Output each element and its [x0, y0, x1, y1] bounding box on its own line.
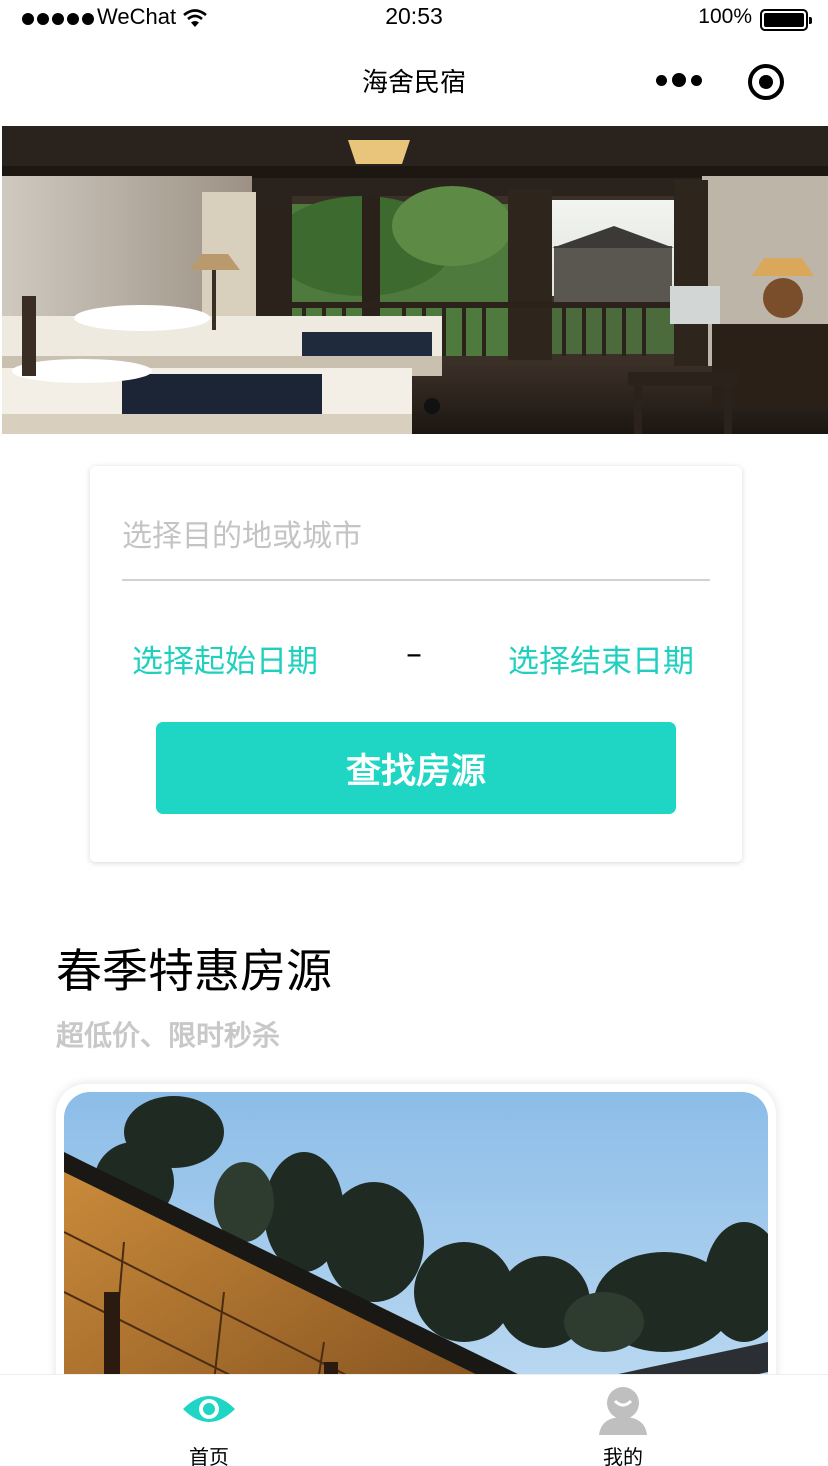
target-close-icon[interactable]	[748, 64, 784, 100]
date-separator: –	[406, 634, 422, 672]
more-dots-icon[interactable]	[656, 73, 702, 87]
promo-listing-card[interactable]	[56, 1084, 776, 1424]
status-bar: WeChat 20:53 100%	[0, 0, 828, 40]
carousel-indicator-dot[interactable]	[424, 398, 440, 414]
battery-percentage: 100%	[698, 5, 752, 28]
find-listings-button[interactable]: 查找房源	[156, 722, 676, 814]
tab-mine[interactable]: 我的	[563, 1375, 683, 1466]
section-title: 春季特惠房源	[56, 944, 332, 998]
start-date-picker[interactable]: 选择起始日期	[132, 636, 318, 681]
section-subtitle: 超低价、限时秒杀	[56, 1019, 281, 1052]
end-date-picker[interactable]: 选择结束日期	[508, 636, 694, 681]
destination-input[interactable]	[122, 506, 710, 566]
user-icon	[599, 1387, 647, 1435]
search-card: 选择起始日期 – 选择结束日期 查找房源	[90, 466, 742, 862]
tab-home-label: 首页	[189, 1445, 229, 1466]
tab-bar: 首页 我的	[0, 1374, 828, 1466]
banner-image	[2, 126, 828, 434]
page-title: 海舍民宿	[361, 68, 466, 98]
navigation-bar: 海舍民宿	[0, 40, 828, 126]
battery-icon	[760, 9, 812, 31]
eye-icon	[183, 1396, 235, 1422]
tab-mine-label: 我的	[603, 1445, 643, 1466]
destination-underline	[122, 579, 710, 581]
banner-carousel[interactable]	[2, 126, 828, 434]
tab-home[interactable]: 首页	[149, 1375, 269, 1466]
